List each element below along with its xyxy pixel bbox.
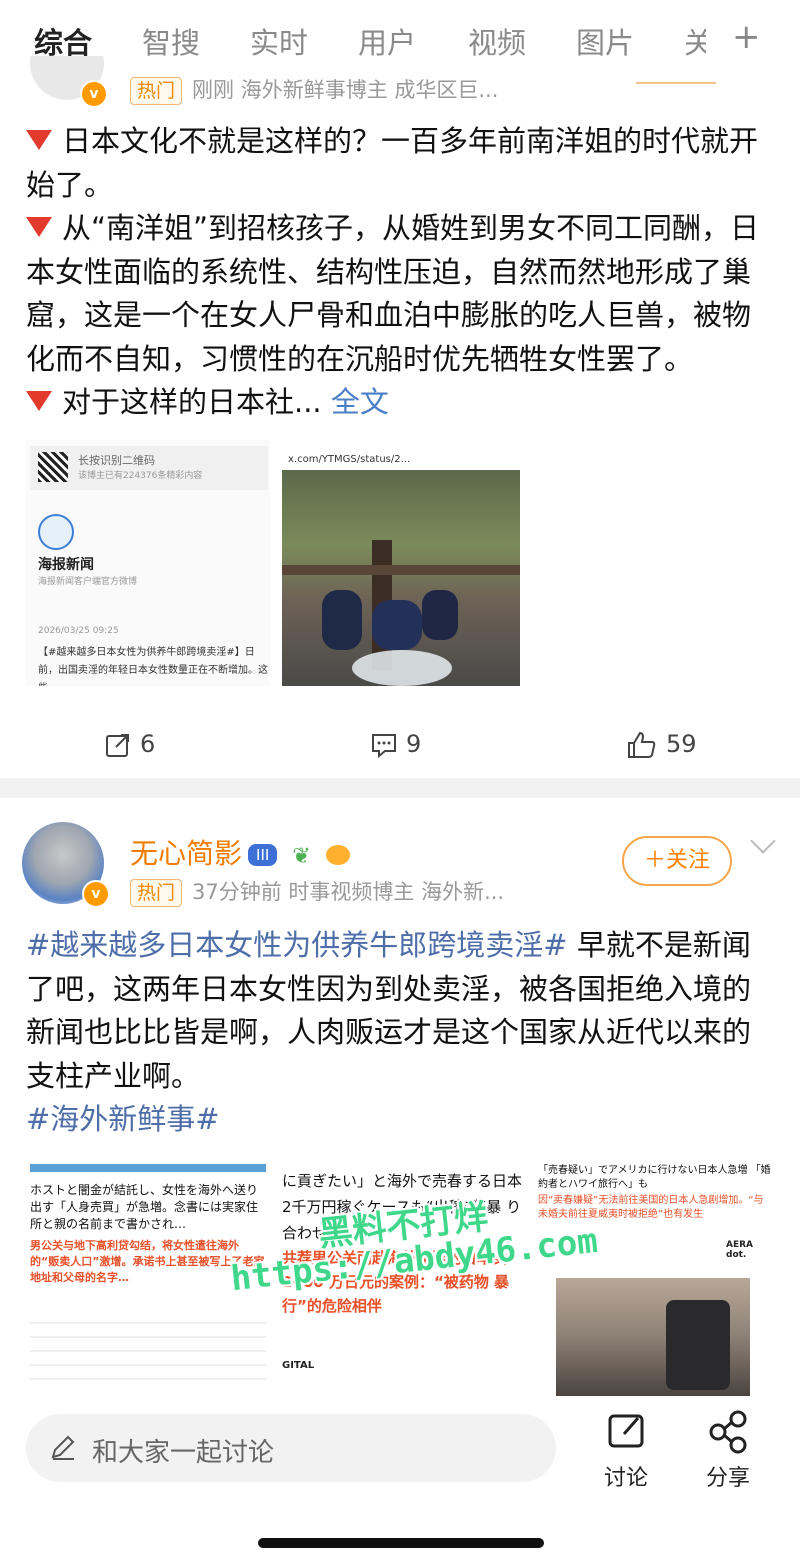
red-triangle-icon: [26, 391, 52, 411]
red-triangle-icon: [26, 130, 52, 150]
hashtag-link[interactable]: #越来越多日本女性为供养牛郎跨境卖淫#: [26, 928, 568, 962]
red-triangle-icon: [26, 217, 52, 237]
post-separator: [0, 778, 800, 798]
sprout-icon: ❦: [292, 844, 311, 869]
hashtag-link[interactable]: #海外新鲜事#: [26, 1102, 220, 1136]
share-icon: [709, 1410, 747, 1454]
post1-image-1[interactable]: 长按识别二维码 该博主已有224376条精彩内容 海报新闻 海报新闻客户端官方微…: [26, 440, 270, 686]
discuss-button[interactable]: 讨论: [602, 1410, 650, 1492]
comment-button[interactable]: 9: [370, 730, 421, 759]
post2-meta: 热门 37分钟前 时事视频博主 海外新...: [130, 876, 504, 907]
post2-image-3[interactable]: 「売春疑い」でアメリカに行けない日本人急増 「婚約者とハワイ旅行へ」も 因“卖春…: [536, 1160, 774, 1396]
post1-meta: 热门 刚刚 海外新鲜事博主 成华区巨...: [130, 74, 498, 105]
tab-users[interactable]: 用户: [358, 20, 416, 62]
discussion-input[interactable]: 和大家一起讨论: [26, 1414, 556, 1482]
post2-body: #越来越多日本女性为供养牛郎跨境卖淫# 早就不是新闻了吧，这两年日本女性因为到处…: [26, 928, 752, 1136]
home-indicator[interactable]: [258, 1538, 544, 1548]
post2-username[interactable]: 无心简影 III ❦: [130, 832, 350, 872]
add-tab-icon[interactable]: +: [732, 20, 761, 54]
tab-images[interactable]: 图片: [576, 20, 634, 62]
chevron-down-icon[interactable]: [750, 828, 776, 854]
tab-videos[interactable]: 视频: [468, 20, 526, 62]
user-level-badge: III: [248, 844, 278, 866]
share-button[interactable]: 分享: [704, 1410, 752, 1492]
follow-button[interactable]: ＋关注: [622, 836, 732, 886]
fish-badge-icon: [325, 845, 350, 865]
repost-button[interactable]: 6: [104, 730, 155, 759]
tab-more-partial[interactable]: 关: [684, 20, 706, 62]
post1-body: 日本文化不就是这样的？一百多年前南洋姐的时代就开始了。 从“南洋姐”到招核孩子，…: [26, 124, 760, 419]
tab-realtime[interactable]: 实时: [250, 20, 308, 62]
full-text-link[interactable]: 全文: [331, 385, 389, 419]
thumbs-up-icon: [628, 731, 656, 758]
post1-follow-button-partial[interactable]: [636, 58, 716, 84]
hot-badge: 热门: [130, 879, 183, 907]
post1-action-bar: 6 9 59: [0, 720, 800, 770]
bottom-bar: 和大家一起讨论 讨论 分享: [0, 1398, 800, 1563]
haibao-news-logo: [38, 514, 74, 550]
comment-icon: [372, 734, 396, 759]
repost-icon: [106, 734, 129, 757]
tab-smart-search[interactable]: 智搜: [142, 20, 200, 62]
hot-badge: 热门: [130, 77, 183, 105]
like-button[interactable]: 59: [626, 730, 697, 760]
qr-code-icon: [38, 452, 68, 482]
discuss-icon: [608, 1414, 644, 1448]
verified-badge-icon: v: [82, 880, 110, 908]
pencil-icon: [51, 1435, 75, 1460]
verified-badge-icon: v: [80, 80, 108, 108]
post1-image-2[interactable]: x.com/YTMGS/status/2...: [282, 440, 520, 686]
